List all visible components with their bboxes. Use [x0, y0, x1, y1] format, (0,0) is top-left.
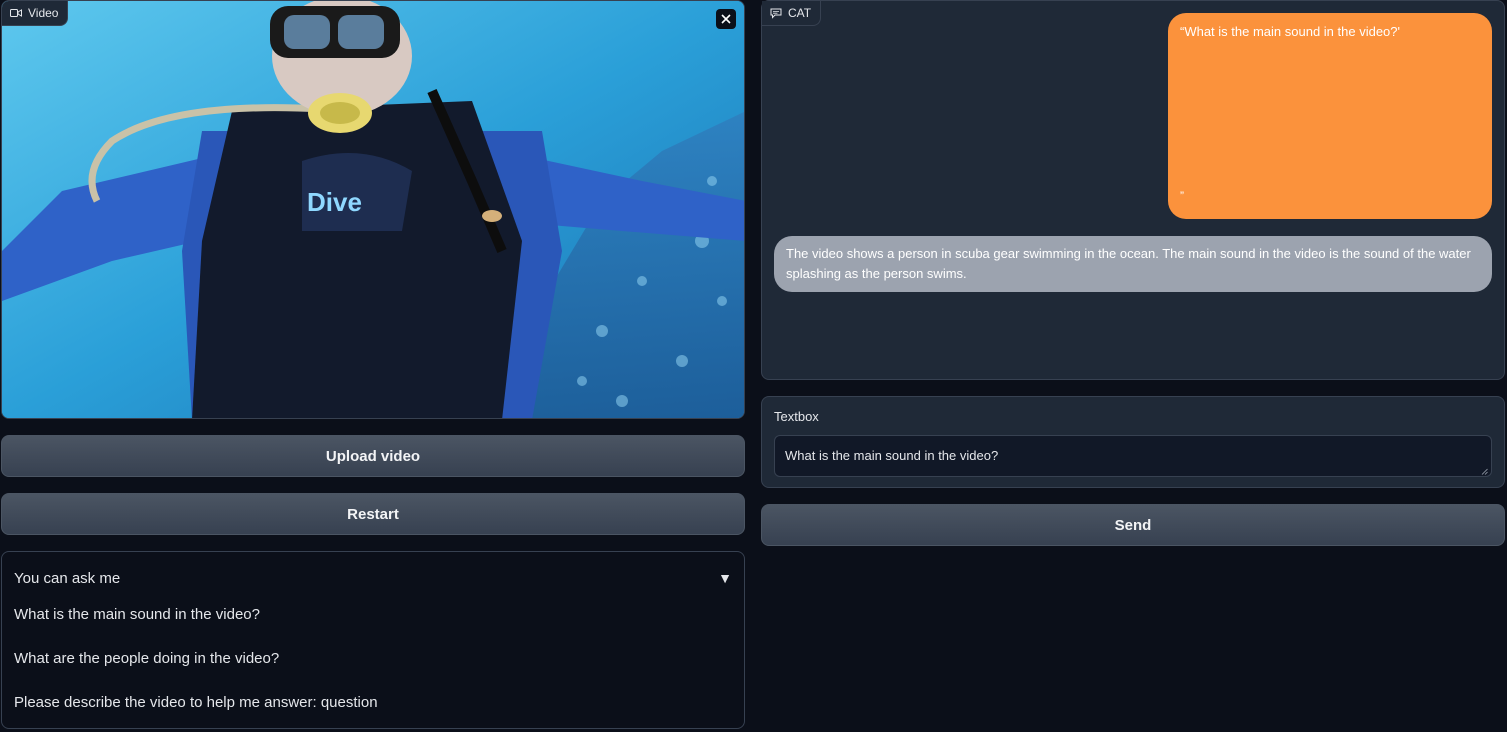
chat-label-text: CAT [788, 6, 812, 20]
textbox-block: Textbox What is the main sound in the vi… [761, 396, 1505, 488]
video-player[interactable]: Dive Video [1, 0, 745, 419]
chatbot-panel: CAT “What is the main sound in the video… [761, 0, 1505, 380]
clear-video-button[interactable] [716, 9, 736, 29]
bot-message: The video shows a person in scuba gear s… [774, 236, 1492, 292]
close-icon [721, 14, 731, 24]
video-block-label: Video [2, 1, 69, 26]
example-item[interactable]: Please describe the video to help me ans… [14, 694, 378, 711]
resize-grip-icon[interactable] [1481, 468, 1488, 475]
video-frame[interactable]: Dive [2, 1, 745, 419]
example-item[interactable]: What is the main sound in the video? [14, 606, 260, 623]
examples-accordion: You can ask me ▼ What is the main sound … [1, 551, 745, 729]
triangle-down-icon: ▼ [718, 570, 732, 586]
send-button[interactable]: Send [761, 504, 1505, 546]
textbox-label: Textbox [774, 409, 819, 424]
question-input[interactable]: What is the main sound in the video? [774, 435, 1492, 477]
upload-video-button[interactable]: Upload video [1, 435, 745, 477]
video-label-text: Video [28, 6, 59, 20]
svg-text:Dive: Dive [307, 187, 362, 217]
chat-bubble-icon [770, 8, 782, 19]
examples-accordion-header[interactable]: You can ask me ▼ [14, 568, 732, 588]
chat-block-label: CAT [762, 1, 822, 26]
video-camera-icon [10, 9, 22, 17]
examples-title: You can ask me [14, 569, 121, 587]
bot-message-text: The video shows a person in scuba gear s… [786, 246, 1471, 281]
user-message-tail: ” [1180, 189, 1184, 203]
user-message-text: “What is the main sound in the video?' [1180, 24, 1400, 39]
example-item[interactable]: What are the people doing in the video? [14, 650, 279, 667]
user-message: “What is the main sound in the video?' ” [1168, 13, 1492, 219]
restart-button[interactable]: Restart [1, 493, 745, 535]
